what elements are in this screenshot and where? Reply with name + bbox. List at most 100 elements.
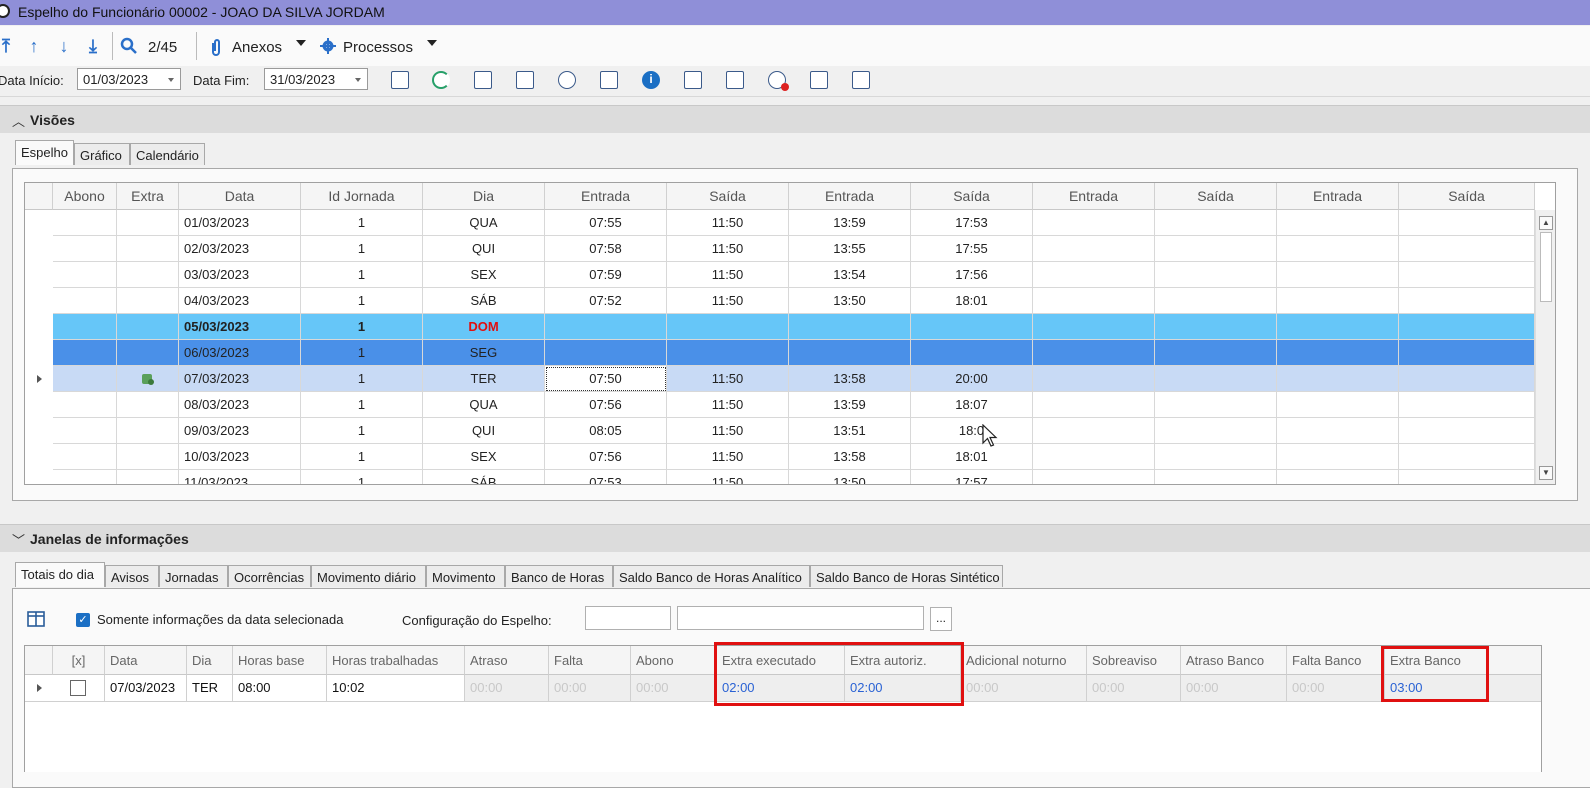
cell-jornada[interactable]: 1 xyxy=(301,210,423,236)
cell-s2[interactable]: 17:53 xyxy=(911,210,1033,236)
cell-s4[interactable] xyxy=(1399,262,1535,288)
cell-s2[interactable]: 17:57 xyxy=(911,470,1033,484)
cell-dia[interactable]: QUI xyxy=(423,418,545,444)
row-indicator[interactable] xyxy=(25,675,53,701)
cell-jornada[interactable]: 1 xyxy=(301,262,423,288)
cell-e3[interactable] xyxy=(1033,444,1155,470)
report-icon[interactable] xyxy=(516,71,534,89)
processes-button[interactable]: Processos xyxy=(343,39,413,56)
badge-icon[interactable] xyxy=(684,71,702,89)
cell-e1[interactable]: 08:05 xyxy=(545,418,667,444)
previous-record-icon[interactable]: ↑ xyxy=(26,34,42,58)
cell-s3[interactable] xyxy=(1155,236,1277,262)
cell-abono[interactable] xyxy=(53,392,117,418)
cell-dia[interactable]: SEX xyxy=(423,262,545,288)
processes-dropdown-icon[interactable] xyxy=(427,40,437,46)
history-icon[interactable] xyxy=(474,71,492,89)
cell-s1[interactable]: 11:50 xyxy=(667,470,789,484)
cell-jornada[interactable]: 1 xyxy=(301,470,423,484)
cell-data[interactable]: 05/03/2023 xyxy=(179,314,301,340)
cell-s1[interactable]: 11:50 xyxy=(667,262,789,288)
table-row[interactable]: 03/03/2023 1 SEX 07:59 11:50 13:54 17:56 xyxy=(25,262,1535,288)
cell-s2[interactable]: 17:56 xyxy=(911,262,1033,288)
cell-s1[interactable]: 11:50 xyxy=(667,288,789,314)
row-indicator[interactable] xyxy=(25,444,53,470)
cell-e4[interactable] xyxy=(1277,314,1399,340)
cell-s4[interactable] xyxy=(1399,236,1535,262)
edit-icon[interactable] xyxy=(391,71,409,89)
cell-abono[interactable] xyxy=(53,262,117,288)
cell-abono[interactable] xyxy=(53,470,117,484)
cell-jornada[interactable]: 1 xyxy=(301,366,423,392)
cell-e4[interactable] xyxy=(1277,210,1399,236)
cell-dia[interactable]: SÁB xyxy=(423,470,545,484)
cell-s1[interactable]: 11:50 xyxy=(667,236,789,262)
cell-atraso-banco[interactable]: 00:00 xyxy=(1181,675,1287,701)
cell-e1[interactable]: 07:56 xyxy=(545,444,667,470)
column-header-sa-da[interactable]: Saída xyxy=(667,183,789,210)
column-header-atraso[interactable]: Atraso xyxy=(465,646,549,675)
cell-data[interactable]: 10/03/2023 xyxy=(179,444,301,470)
cell-s3[interactable] xyxy=(1155,392,1277,418)
cell-e1[interactable]: 07:53 xyxy=(545,470,667,484)
cell-e2[interactable]: 13:50 xyxy=(789,288,911,314)
cell-e4[interactable] xyxy=(1277,262,1399,288)
cell-s4[interactable] xyxy=(1399,444,1535,470)
extra-hours-icon[interactable] xyxy=(141,372,155,386)
cell-e3[interactable] xyxy=(1033,392,1155,418)
cell-extra[interactable] xyxy=(117,288,179,314)
cell-e1[interactable]: 07:56 xyxy=(545,392,667,418)
cell-extra[interactable] xyxy=(117,470,179,484)
column-header-entrada[interactable]: Entrada xyxy=(1277,183,1399,210)
cell-dia[interactable]: QUA xyxy=(423,210,545,236)
cell-e1[interactable]: 07:59 xyxy=(545,262,667,288)
cell-s4[interactable] xyxy=(1399,288,1535,314)
cell-e3[interactable] xyxy=(1033,210,1155,236)
tab-movimento[interactable]: Movimento xyxy=(426,565,505,587)
end-date-field[interactable]: 31/03/2023 xyxy=(264,68,368,90)
table-row[interactable]: 01/03/2023 1 QUA 07:55 11:50 13:59 17:53 xyxy=(25,210,1535,236)
cell-e1[interactable]: 07:55 xyxy=(545,210,667,236)
tab-avisos[interactable]: Avisos xyxy=(105,565,159,587)
cell-e1[interactable]: 07:50 xyxy=(545,366,667,392)
only-selected-date-checkbox[interactable]: ✓ xyxy=(76,613,90,627)
cell-s4[interactable] xyxy=(1399,340,1535,366)
cell-s3[interactable] xyxy=(1155,340,1277,366)
tab-saldo-banco-de-horas-analitico[interactable]: Saldo Banco de Horas Analítico xyxy=(613,565,810,587)
table-row[interactable]: 11/03/2023 1 SÁB 07:53 11:50 13:50 17:57 xyxy=(25,470,1535,484)
cell-jornada[interactable]: 1 xyxy=(301,418,423,444)
cell-dia[interactable]: SEG xyxy=(423,340,545,366)
cell-s3[interactable] xyxy=(1155,418,1277,444)
cell-data[interactable]: 09/03/2023 xyxy=(179,418,301,444)
cell-abono[interactable] xyxy=(53,288,117,314)
column-header-adicional-noturno[interactable]: Adicional noturno xyxy=(961,646,1087,675)
row-indicator[interactable] xyxy=(25,210,53,236)
cell-s2[interactable]: 20:00 xyxy=(911,366,1033,392)
tab-grafico[interactable]: Gráfico xyxy=(74,143,130,165)
cell-falta-banco[interactable]: 00:00 xyxy=(1287,675,1385,701)
cell-s3[interactable] xyxy=(1155,288,1277,314)
cell-e1[interactable]: 07:52 xyxy=(545,288,667,314)
column-header-dia[interactable]: Dia xyxy=(423,183,545,210)
cell-e4[interactable] xyxy=(1277,392,1399,418)
cell-extra[interactable] xyxy=(117,262,179,288)
refresh-icon[interactable] xyxy=(432,71,450,89)
cell-e2[interactable]: 13:59 xyxy=(789,210,911,236)
document-clock-icon[interactable] xyxy=(852,71,870,89)
table-row[interactable]: 04/03/2023 1 SÁB 07:52 11:50 13:50 18:01 xyxy=(25,288,1535,314)
column-header-entrada[interactable]: Entrada xyxy=(545,183,667,210)
cell-dia[interactable]: SÁB xyxy=(423,288,545,314)
cell-s3[interactable] xyxy=(1155,444,1277,470)
cell-extra[interactable] xyxy=(117,418,179,444)
tab-ocorrencias[interactable]: Ocorrências xyxy=(228,565,311,587)
column-header-x[interactable]: [x] xyxy=(53,646,105,675)
row-indicator[interactable] xyxy=(25,418,53,444)
scroll-down-icon[interactable]: ▼ xyxy=(1539,466,1553,480)
cell-e4[interactable] xyxy=(1277,418,1399,444)
cell-s1[interactable]: 11:50 xyxy=(667,210,789,236)
cell-dia[interactable]: DOM xyxy=(423,314,545,340)
cell-data[interactable]: 04/03/2023 xyxy=(179,288,301,314)
alert-clock-icon[interactable] xyxy=(768,71,789,91)
cell-e1[interactable] xyxy=(545,340,667,366)
row-indicator[interactable] xyxy=(25,470,53,484)
